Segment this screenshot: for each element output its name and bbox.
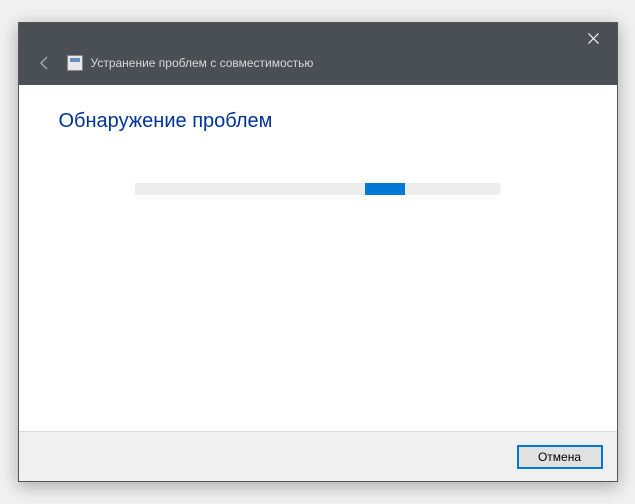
progress-fill [365, 183, 405, 195]
troubleshooter-window: Устранение проблем с совместимостью Обна… [18, 22, 618, 482]
back-button [31, 49, 59, 77]
titlebar: Устранение проблем с совместимостью [19, 23, 617, 85]
window-title: Устранение проблем с совместимостью [91, 56, 314, 70]
cancel-button[interactable]: Отмена [517, 445, 603, 469]
progress-bar [135, 183, 500, 195]
troubleshooter-icon [67, 55, 83, 71]
footer: Отмена [19, 431, 617, 481]
page-heading: Обнаружение проблем [59, 110, 577, 133]
title-wrap: Устранение проблем с совместимостью [67, 55, 314, 71]
close-button[interactable] [571, 23, 617, 53]
content-area: Обнаружение проблем [19, 85, 617, 431]
